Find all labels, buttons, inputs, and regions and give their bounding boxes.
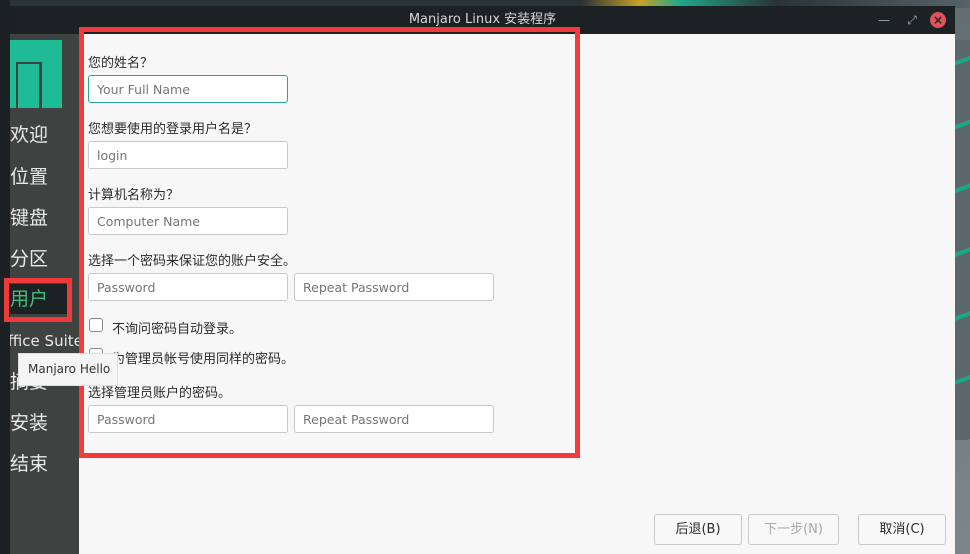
- hostname-label: 计算机名称为？: [88, 188, 180, 203]
- sidebar-item-install: 安装: [10, 412, 49, 434]
- back-button[interactable]: 后退(B): [654, 514, 742, 545]
- full-name-input[interactable]: [88, 75, 288, 103]
- sidebar-item-office-suite: Office Suite: [10, 332, 79, 350]
- desktop-panel: [0, 0, 10, 554]
- sidebar-item-welcome: 欢迎: [10, 124, 49, 146]
- computer-name-input[interactable]: [88, 207, 288, 235]
- annotation-box-sidebar: [4, 278, 72, 322]
- autologin-label[interactable]: 不询问密码自动登录。: [112, 318, 242, 337]
- password-label: 选择一个密码来保证您的账户安全。: [88, 254, 297, 269]
- sidebar-item-finish: 结束: [10, 453, 49, 475]
- sidebar-item-keyboard: 键盘: [10, 207, 49, 229]
- window-title: Manjaro Linux 安装程序: [408, 12, 557, 27]
- close-icon[interactable]: ×: [930, 12, 946, 28]
- root-password-input[interactable]: [88, 405, 288, 433]
- minimize-icon[interactable]: —: [876, 12, 892, 28]
- login-input[interactable]: [88, 141, 288, 169]
- same-password-label[interactable]: 为管理员帐号使用同样的密码。: [112, 348, 294, 367]
- password-input[interactable]: [88, 273, 288, 301]
- autologin-checkbox[interactable]: [89, 318, 103, 332]
- next-button[interactable]: 下一步(N): [748, 514, 839, 545]
- maximize-icon[interactable]: ⤢: [904, 12, 920, 28]
- desktop-background: [955, 40, 970, 440]
- root-repeat-password-input[interactable]: [294, 405, 494, 433]
- tooltip: Manjaro Hello: [18, 353, 118, 386]
- sidebar-item-location: 位置: [10, 166, 49, 188]
- repeat-password-input[interactable]: [294, 273, 494, 301]
- sidebar-item-partition: 分区: [10, 248, 49, 270]
- name-label: 您的姓名？: [88, 56, 154, 71]
- cancel-button[interactable]: 取消(C): [858, 514, 946, 545]
- login-label: 您想要使用的登录用户名是？: [88, 122, 258, 137]
- manjaro-logo: [10, 40, 62, 108]
